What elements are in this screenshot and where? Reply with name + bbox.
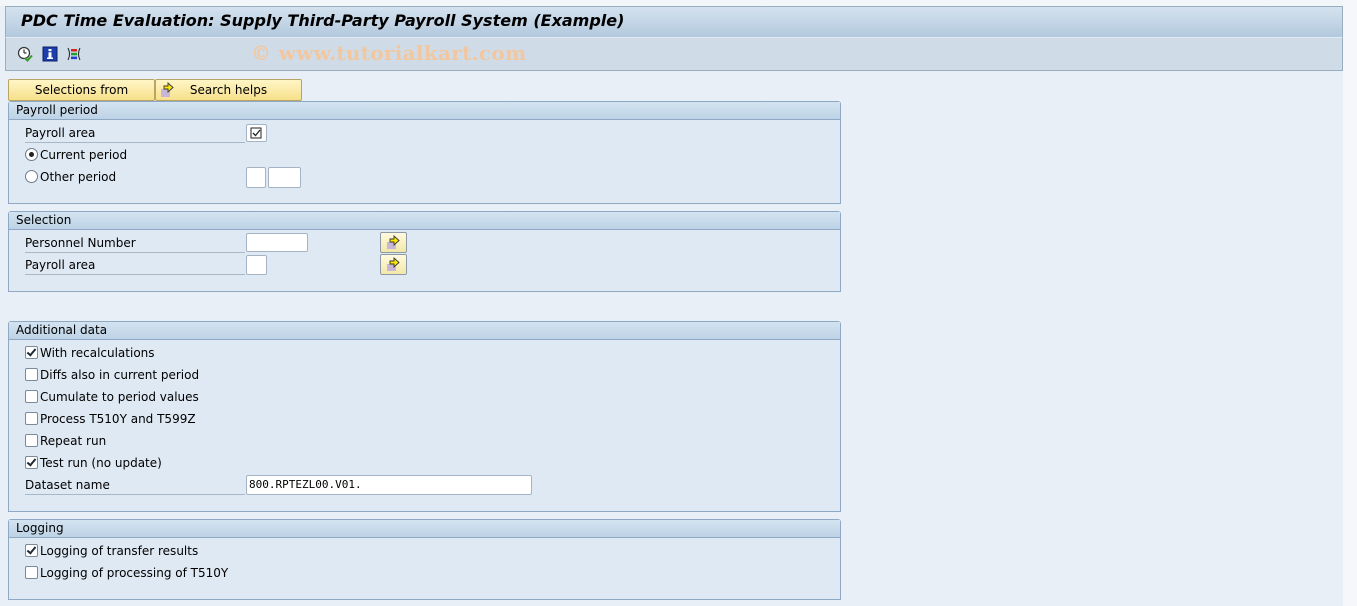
group-logging: Logging Logging of transfer results Logg… [8,519,841,600]
test-run-checkbox[interactable]: Test run (no update) [25,453,162,473]
checkbox-label: Cumulate to period values [40,390,199,404]
cumulate-period-values-checkbox[interactable]: Cumulate to period values [25,387,199,407]
process-t510y-t599z-checkbox[interactable]: Process T510Y and T599Z [25,409,196,429]
group-title: Logging [9,520,840,538]
group-title: Additional data [9,322,840,340]
other-period-radio[interactable]: Other period [25,167,116,187]
program-info-icon[interactable] [42,46,58,62]
checkbox-checked-icon[interactable] [25,456,38,469]
payroll-area-multiple-selection-button[interactable] [380,254,407,275]
dataset-name-label: Dataset name [25,475,245,495]
other-period-year-input[interactable] [268,167,301,188]
other-period-label: Other period [40,170,117,184]
checkbox-checked-icon[interactable] [25,346,38,359]
checkbox-label: Logging of processing of T510Y [40,566,229,580]
check-icon [250,127,262,139]
other-period-period-input[interactable] [246,167,266,188]
selections-from-label: Selections from [34,83,129,97]
search-helps-button[interactable]: Search helps [155,79,302,101]
dataset-name-label-text: Dataset name [25,478,110,492]
window-right-edge [1343,0,1357,606]
personnel-number-label: Personnel Number [25,233,245,253]
group-title: Selection [9,212,840,230]
checkbox-label: Diffs also in current period [40,368,200,382]
dataset-name-input[interactable]: 800.RPTEZL00.V01. [246,475,532,495]
repeat-run-checkbox[interactable]: Repeat run [25,431,106,451]
selection-payroll-area-label: Payroll area [25,255,245,275]
payroll-area-checkbox[interactable] [246,124,267,142]
payroll-area-label-text: Payroll area [25,126,96,140]
selections-from-button[interactable]: Selections from [8,79,155,101]
diffs-current-period-checkbox[interactable]: Diffs also in current period [25,365,199,385]
with-recalculations-checkbox[interactable]: With recalculations [25,343,155,363]
checkbox-label: Repeat run [40,434,107,448]
title-bar: PDC Time Evaluation: Supply Third-Party … [5,6,1343,37]
execute-clock-icon[interactable] [17,46,33,62]
group-additional-data: Additional data With recalculations Diff… [8,321,841,512]
selection-payroll-area-input[interactable] [246,255,267,275]
checkbox-unchecked-icon[interactable] [25,434,38,447]
personnel-number-input[interactable] [246,233,308,252]
checkbox-unchecked-icon[interactable] [25,390,38,403]
selection-payroll-area-label-text: Payroll area [25,258,96,272]
checkbox-unchecked-icon[interactable] [25,412,38,425]
logging-transfer-results-checkbox[interactable]: Logging of transfer results [25,541,198,561]
current-period-label: Current period [40,148,128,162]
search-helps-label: Search helps [189,83,268,97]
checkbox-label: Process T510Y and T599Z [40,412,196,426]
group-payroll-period: Payroll period Payroll area Current peri… [8,101,841,204]
checkbox-unchecked-icon[interactable] [25,368,38,381]
checkbox-label: Test run (no update) [40,456,162,470]
payroll-area-label: Payroll area [25,123,245,143]
application-toolbar: © www.tutorialkart.com [5,37,1343,71]
logging-processing-t510y-checkbox[interactable]: Logging of processing of T510Y [25,563,228,583]
group-selection: Selection Personnel Number Payroll area [8,211,841,292]
personnel-number-multiple-selection-button[interactable] [380,232,407,253]
checkbox-unchecked-icon[interactable] [25,566,38,579]
personnel-number-label-text: Personnel Number [25,236,136,250]
selection-screen-icon[interactable] [66,46,82,62]
current-period-radio[interactable]: Current period [25,145,127,165]
page-title: PDC Time Evaluation: Supply Third-Party … [21,11,625,30]
group-title: Payroll period [9,102,840,120]
arrow-right-icon [387,234,400,249]
checkbox-checked-icon[interactable] [25,544,38,557]
arrow-right-icon [387,256,400,271]
radio-selected-icon[interactable] [25,148,38,161]
checkbox-label: With recalculations [40,346,155,360]
radio-unselected-icon[interactable] [25,170,38,183]
watermark: © www.tutorialkart.com [251,41,527,65]
checkbox-label: Logging of transfer results [40,544,199,558]
